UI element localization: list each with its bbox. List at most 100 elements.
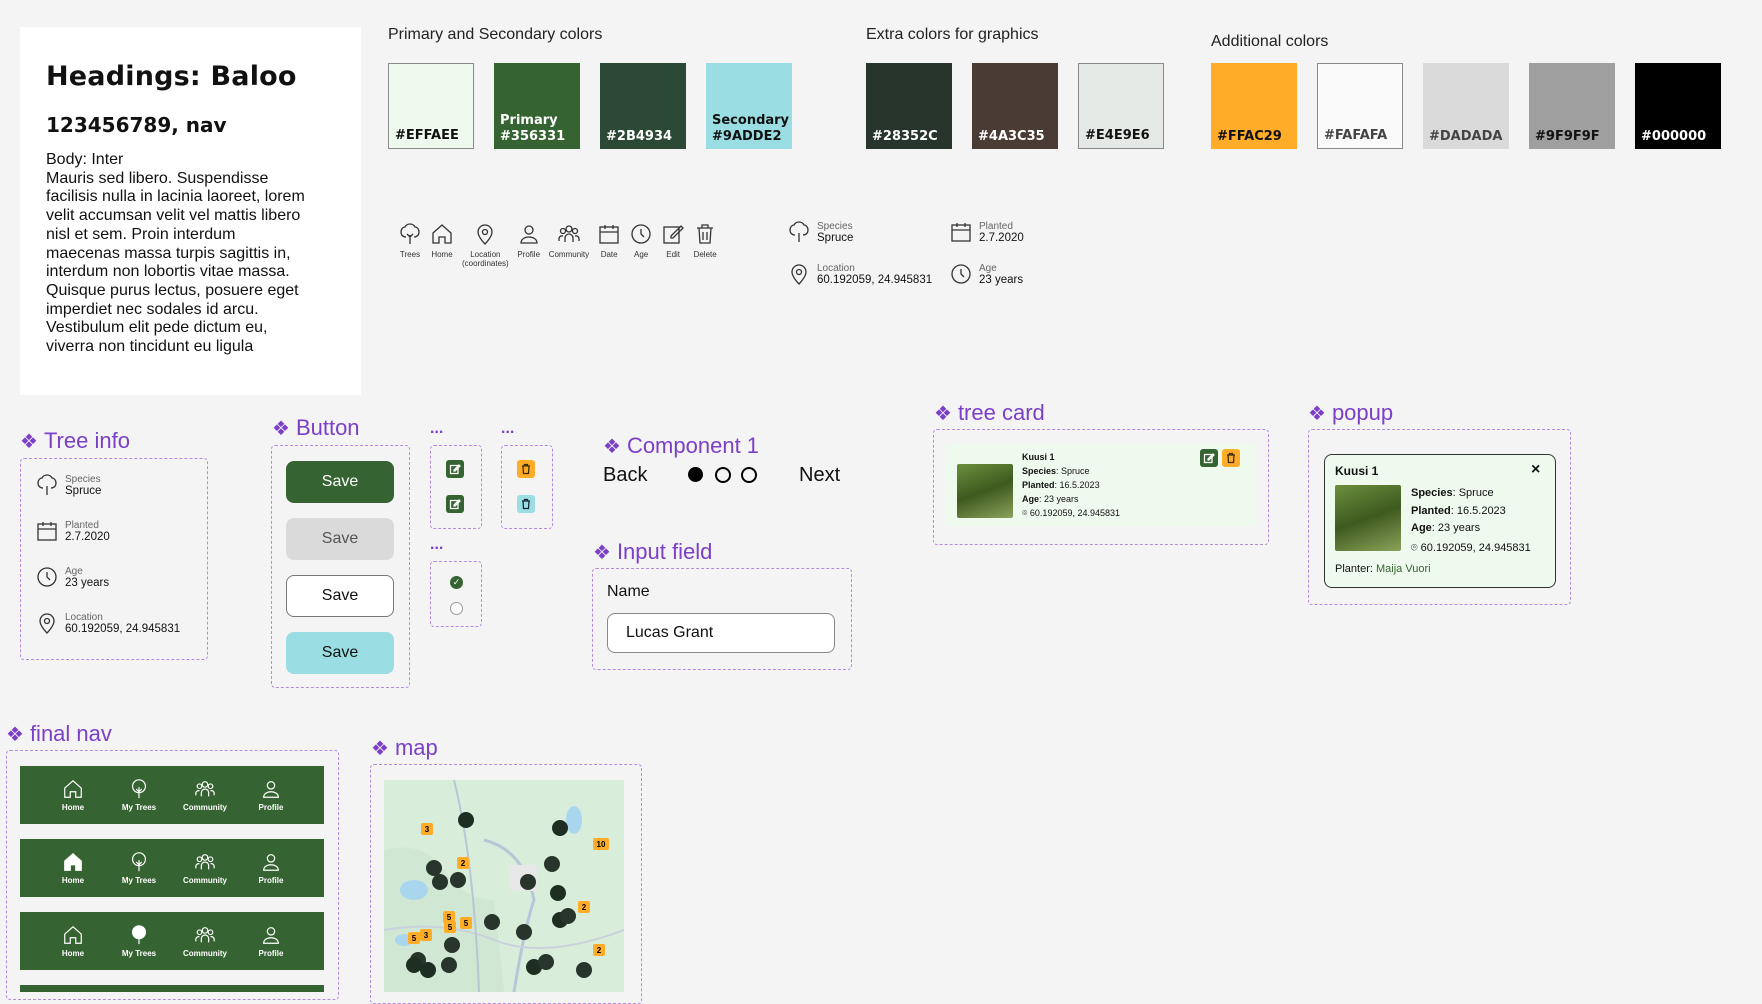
cluster-count: 5 bbox=[412, 934, 417, 943]
age-icon bbox=[951, 264, 971, 284]
tree-marker[interactable] bbox=[458, 812, 474, 828]
info-planted: Planted 2.7.2020 bbox=[35, 519, 110, 543]
icon-item-age: Age bbox=[629, 222, 653, 268]
save-button-disabled[interactable]: Save bbox=[286, 518, 394, 560]
tree-icon bbox=[789, 221, 809, 242]
tree-icon bbox=[131, 852, 147, 872]
cluster-count: 3 bbox=[425, 825, 430, 834]
tree-marker[interactable] bbox=[550, 885, 566, 901]
date-icon bbox=[951, 223, 971, 242]
tree-card-frame: Kuusi 1 Species: Spruce Planted: 16.5.20… bbox=[933, 429, 1269, 545]
radio-unchecked[interactable] bbox=[450, 602, 463, 615]
home-icon bbox=[64, 925, 82, 944]
radio-checked[interactable]: ✓ bbox=[450, 576, 463, 589]
close-icon[interactable]: × bbox=[1531, 461, 1540, 479]
nav-item-home[interactable]: Home bbox=[40, 912, 106, 970]
tree-marker[interactable] bbox=[432, 874, 448, 890]
tree-marker[interactable] bbox=[444, 937, 460, 953]
color-swatch: #DADADA bbox=[1423, 63, 1509, 149]
cluster-count: 5 bbox=[447, 913, 452, 922]
date-icon bbox=[37, 522, 57, 541]
nav-item-community[interactable]: Community bbox=[172, 839, 238, 897]
save-button-primary[interactable]: Save bbox=[286, 461, 394, 503]
nav-item-home[interactable]: Home bbox=[40, 766, 106, 824]
nav-item-community[interactable]: Community bbox=[172, 912, 238, 970]
info-species: Species Spruce bbox=[787, 220, 853, 244]
tree-icon bbox=[131, 925, 147, 945]
icon-item-community: Community bbox=[549, 222, 589, 268]
location-icon: ⌾ bbox=[1022, 508, 1028, 518]
delete-button-orange[interactable] bbox=[517, 460, 535, 478]
tree-marker[interactable] bbox=[516, 924, 532, 940]
edit-button-dark[interactable] bbox=[446, 460, 464, 478]
info-age: Age 23 years bbox=[949, 262, 1023, 286]
delete-icon bbox=[522, 498, 530, 510]
tree-marker[interactable] bbox=[484, 914, 500, 930]
nav-item-home[interactable]: Home bbox=[40, 839, 106, 897]
popup-title: ❖ popup bbox=[1308, 400, 1394, 425]
tree-marker[interactable] bbox=[426, 860, 442, 876]
component1-title: ❖ Component 1 bbox=[603, 433, 760, 458]
step-dot[interactable] bbox=[715, 467, 731, 483]
community-icon bbox=[195, 854, 215, 870]
nav-item-my-trees[interactable]: My Trees bbox=[106, 839, 172, 897]
location-icon: ⌾ bbox=[1411, 541, 1418, 554]
edit-button[interactable] bbox=[1200, 449, 1218, 467]
color-swatch: #FFAC29 bbox=[1211, 63, 1297, 149]
tree-marker[interactable] bbox=[576, 962, 592, 978]
color-swatch: #000000 bbox=[1635, 63, 1721, 149]
tree-marker[interactable] bbox=[420, 962, 436, 978]
tree-marker[interactable] bbox=[560, 908, 576, 924]
tree-card-title: ❖ tree card bbox=[934, 400, 1045, 425]
nav-item-profile[interactable]: Profile bbox=[238, 912, 304, 970]
save-button-outline[interactable]: Save bbox=[286, 575, 394, 617]
input-label: Name bbox=[607, 583, 650, 600]
tree-photo bbox=[957, 464, 1013, 518]
nav-item-profile[interactable]: Profile bbox=[238, 766, 304, 824]
location-icon bbox=[477, 224, 493, 245]
tree-marker[interactable] bbox=[538, 954, 554, 970]
popup-planter: Planter: Maija Vuori bbox=[1335, 563, 1431, 575]
name-input[interactable]: Lucas Grant bbox=[607, 613, 835, 653]
color-swatch: #EFFAEE bbox=[388, 63, 474, 149]
bottom-nav-bar: Home My Trees Community Profile bbox=[20, 766, 324, 824]
save-button-secondary[interactable]: Save bbox=[286, 632, 394, 674]
variant-title-edit: ... bbox=[430, 420, 444, 437]
delete-icon bbox=[1227, 452, 1235, 464]
color-swatch: #FAFAFA bbox=[1317, 63, 1403, 149]
heading-sample: Headings: Baloo bbox=[46, 61, 297, 92]
nav-item-my-trees[interactable]: My Trees bbox=[106, 912, 172, 970]
back-button[interactable]: Back bbox=[603, 464, 647, 487]
nav-label: Profile bbox=[258, 949, 284, 958]
delete-icon bbox=[522, 463, 530, 475]
step-dot[interactable] bbox=[741, 467, 757, 483]
primary-palette-title: Primary and Secondary colors bbox=[388, 26, 603, 43]
map-view[interactable]: 3 2 10 5 5 5 5 3 2 2 bbox=[384, 780, 624, 992]
cluster-count: 5 bbox=[448, 923, 453, 932]
tree-marker[interactable] bbox=[552, 820, 568, 836]
tree-marker[interactable] bbox=[520, 874, 536, 890]
nav-item-community[interactable]: Community bbox=[172, 766, 238, 824]
color-swatch: Primary #356331 bbox=[494, 63, 580, 149]
delete-button[interactable] bbox=[1222, 449, 1240, 467]
profile-icon bbox=[263, 854, 279, 871]
button-title: ❖ Button bbox=[272, 415, 360, 440]
tree-marker[interactable] bbox=[406, 957, 422, 973]
edit-icon bbox=[449, 499, 461, 510]
age-icon bbox=[37, 567, 57, 587]
tree-card[interactable]: Kuusi 1 Species: Spruce Planted: 16.5.20… bbox=[946, 444, 1256, 526]
nav-item-profile[interactable]: Profile bbox=[238, 839, 304, 897]
cluster-count: 2 bbox=[461, 859, 466, 868]
edit-button-dark-2[interactable] bbox=[446, 495, 464, 513]
home-icon bbox=[432, 224, 452, 244]
tree-marker[interactable] bbox=[441, 957, 457, 973]
nav-label: Home bbox=[61, 876, 85, 885]
cluster-count: 10 bbox=[597, 840, 606, 849]
step-dot-active[interactable] bbox=[688, 467, 703, 482]
nav-item-my-trees[interactable]: My Trees bbox=[106, 766, 172, 824]
variant-title-radio: ... bbox=[430, 536, 444, 553]
delete-button-blue[interactable] bbox=[517, 495, 535, 513]
tree-marker[interactable] bbox=[544, 856, 560, 872]
tree-marker[interactable] bbox=[450, 872, 466, 888]
next-button[interactable]: Next bbox=[799, 464, 840, 487]
